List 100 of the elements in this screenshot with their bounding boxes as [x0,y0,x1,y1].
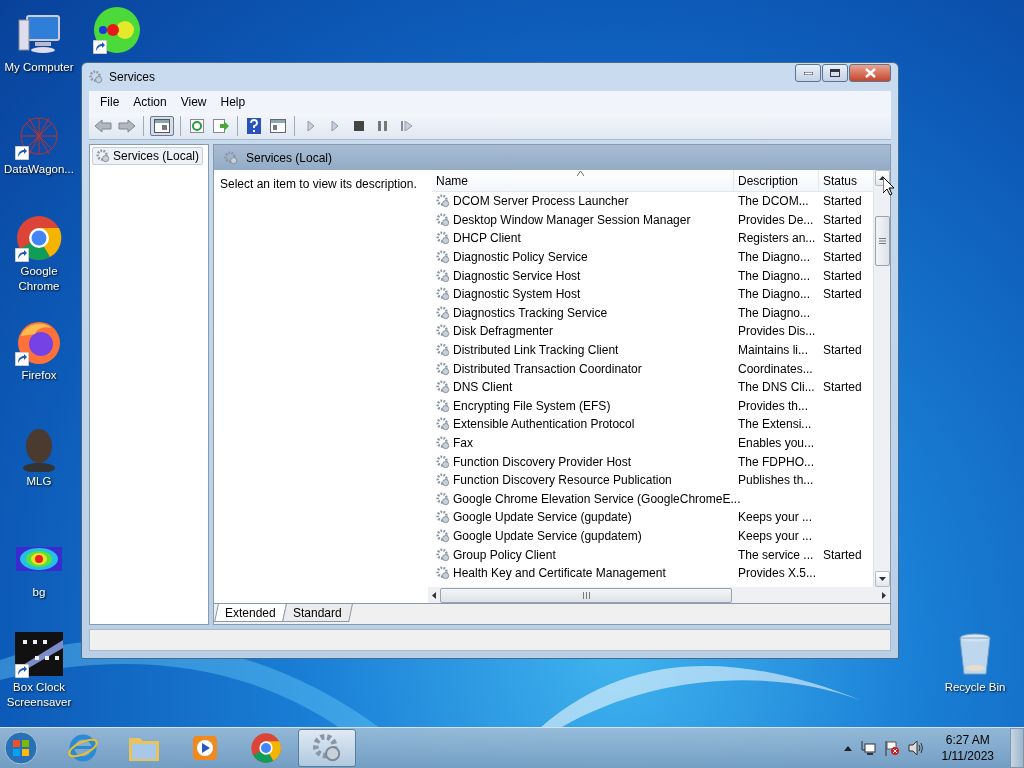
service-row[interactable]: Diagnostics Tracking Service The Diagno... [432,303,873,323]
e-browser-icon [68,733,98,763]
service-description: Keeps your ... [737,529,814,543]
scroll-down-button[interactable] [874,571,890,587]
flag-icon[interactable] [883,740,900,756]
gear-icon [436,287,450,302]
desktop-icon-label[interactable]: bg [32,585,46,600]
service-status: Started [822,212,863,227]
service-row[interactable]: Google Update Service (gupdatem) Keeps your ... [432,526,873,546]
service-description: The Extensi... [737,417,813,432]
media-player-icon [190,733,220,763]
gear-icon [436,436,450,450]
service-row[interactable]: Distributed Transaction Coordinator Coordinates... [432,359,873,378]
service-row[interactable]: Fax Enables you... [432,433,873,453]
scroll-left-icon[interactable] [432,591,436,599]
gear-icon [436,510,450,525]
service-description: The Diagno... [737,287,812,302]
gear-icon [436,361,450,376]
service-row[interactable]: Disk Defragmenter Provides Dis... [432,322,873,341]
service-row[interactable]: Function Discovery Resource Publication Publishes th... [432,470,873,490]
gear-icon [312,733,342,763]
back-button[interactable] [93,116,113,136]
gear-icon [436,398,450,413]
service-row[interactable]: Desktop Window Manager Session Manager Provides De... Started [432,210,873,230]
column-header[interactable]: Description [734,170,819,191]
clock[interactable]: 6:27 AM 1/11/2023 [933,732,1002,764]
description-text: Select an item to view its description. [220,177,417,191]
desktop-icon-label[interactable]: My Computer [4,60,74,75]
menu-item[interactable]: Help [213,95,253,109]
scroll-thumb[interactable] [440,587,732,603]
show-hidden-icons-icon[interactable] [843,745,852,751]
gear-icon [436,529,450,543]
service-name: Distributed Transaction Coordinator [453,361,642,376]
service-row[interactable]: Google Chrome Elevation Service (GoogleChromeE... [432,489,873,509]
column-header[interactable]: Name [432,170,734,191]
service-name: Diagnostic Policy Service [453,250,588,265]
service-name: Function Discovery Provider Host [453,454,632,469]
service-row[interactable]: Distributed Link Tracking Client Maintains li... Started [432,340,873,360]
menu-item[interactable]: File [93,95,127,109]
service-name: Extensible Authentication Protocol [453,417,635,432]
service-row[interactable]: DCOM Server Process Launcher The DCOM... Started [432,192,873,211]
service-row[interactable]: DHCP Client Registers an... Started [432,229,873,248]
tree-item[interactable]: Services (Local) [92,147,204,165]
minimize-button[interactable] [795,64,821,82]
service-description: The DCOM... [737,194,810,209]
service-status: Started [822,547,863,562]
service-row[interactable]: Health Key and Certificate Management Provides X.5... [432,563,873,583]
pane-title: Services (Local) [246,150,333,165]
service-row[interactable]: Group Policy Client The service ... Started [432,545,873,564]
forward-button[interactable] [117,116,137,136]
gear-icon [89,70,103,84]
menu-item[interactable]: Action [126,95,174,109]
window-title: Services [109,70,156,84]
properties-button[interactable] [268,116,288,136]
shortcut-arrow-icon [93,40,107,54]
show-tree-button[interactable] [150,116,174,136]
desktop-icon-label[interactable]: MLG [26,474,52,489]
scroll-thumb[interactable] [874,216,890,266]
menu-item[interactable]: View [173,95,214,109]
service-row[interactable]: Google Update Service (gupdate) Keeps your ... [432,508,873,527]
close-button[interactable] [849,64,891,82]
desktop-icon-label[interactable]: Box Clock Screensaver [0,680,78,710]
horizontal-scrollbar[interactable] [428,587,890,603]
vertical-scrollbar[interactable] [873,170,890,587]
view-tab[interactable]: Standard [281,604,353,622]
service-row[interactable]: DNS Client The DNS Cli... Started [432,377,873,397]
volume-icon[interactable] [907,740,926,756]
service-row[interactable]: Encrypting File System (EFS) Provides th... [432,396,873,416]
service-status: Started [822,194,863,209]
browser-icon[interactable] [15,214,63,262]
export-list-button[interactable] [211,116,231,136]
service-name: Function Discovery Resource Publication [453,473,672,488]
taskbar-button[interactable] [298,729,356,767]
shortcut-arrow-icon [15,352,29,366]
service-name: Health Key and Certificate Management [453,566,666,581]
network-icon[interactable] [859,740,876,756]
clock-screensaver-icon[interactable] [15,630,63,678]
desktop-icon-label[interactable]: DataWagon... [4,162,74,177]
service-row[interactable]: Extensible Authentication Protocol The Extensi... [432,415,873,434]
service-row[interactable]: Diagnostic System Host The Diagno... Started [432,284,873,304]
colored-dots-icon[interactable] [93,6,141,54]
desktop-icon-label[interactable]: Recycle Bin [944,680,1006,695]
gear-icon [436,324,450,339]
service-name: DCOM Server Process Launcher [453,194,629,209]
desktop-icon-label[interactable]: Firefox [21,368,57,383]
service-name: Distributed Link Tracking Client [453,343,619,358]
view-tab[interactable]: Extended [214,604,287,622]
service-row[interactable]: Diagnostic Policy Service The Diagno... Started [432,247,873,267]
help-button[interactable] [244,116,264,136]
gear-icon [436,491,450,506]
gear-icon [436,566,450,581]
service-row[interactable]: Function Discovery Provider Host The FDPHO... [432,452,873,471]
maximize-button[interactable] [822,64,848,82]
gear-icon [436,380,450,395]
service-row[interactable]: Diagnostic Service Host The Diagno... Started [432,266,873,285]
shortcut-arrow-icon [15,146,29,160]
desktop-icon-label[interactable]: Google Chrome [0,264,78,294]
refresh-button[interactable] [187,116,207,136]
play-icon [307,120,315,132]
scroll-right-icon[interactable] [882,591,886,599]
